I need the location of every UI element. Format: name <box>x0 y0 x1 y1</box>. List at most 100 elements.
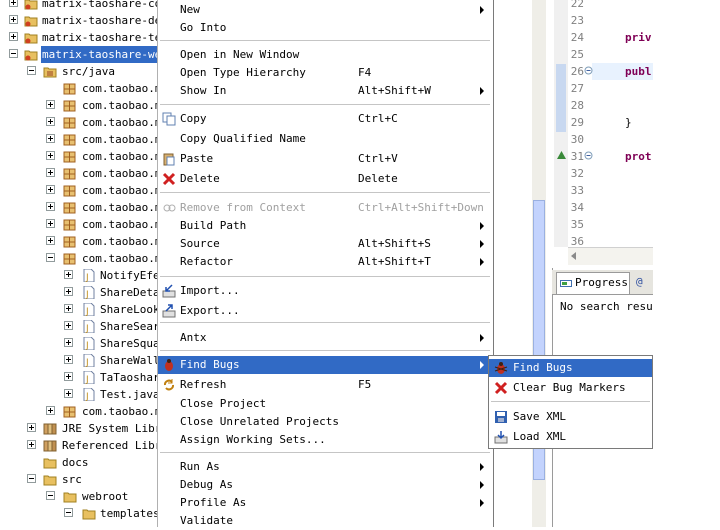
menu-item-export[interactable]: Export... <box>158 302 492 320</box>
menu-item-close-unrelated-projects[interactable]: Close Unrelated Projects <box>158 413 492 431</box>
menu-item-debug-as[interactable]: Debug As <box>158 476 492 494</box>
expand-toggle[interactable] <box>46 185 55 194</box>
tree-item-package[interactable]: com.taobao.ma <box>0 131 158 148</box>
tree-item-package[interactable]: com.taobao.ma <box>0 80 158 97</box>
menu-item-find-bugs[interactable]: Find Bugs <box>158 356 492 374</box>
menu-item-open-in-new-window[interactable]: Open in New Window <box>158 46 492 64</box>
tree-item-class[interactable]: J ShareWall <box>0 352 158 369</box>
expand-toggle[interactable] <box>46 219 55 228</box>
tree-item-project-dep[interactable]: matrix-taoshare-dep <box>0 12 158 29</box>
expand-toggle[interactable] <box>9 15 18 24</box>
expand-toggle[interactable] <box>64 389 73 398</box>
tree-item-package[interactable]: com.taobao.ma <box>0 182 158 199</box>
tree-item-project-com[interactable]: matrix-taoshare-com <box>0 0 158 12</box>
tree-item-package[interactable]: com.taobao.ma <box>0 199 158 216</box>
menu-separator <box>160 276 490 278</box>
tree-item-package-expanded[interactable]: com.taobao.ma <box>0 250 158 267</box>
expand-toggle[interactable] <box>64 372 73 381</box>
menu-item-open-type-hierarchy[interactable]: Open Type Hierarchy F4 <box>158 64 492 82</box>
collapse-toggle[interactable] <box>64 508 73 517</box>
expand-toggle[interactable] <box>46 202 55 211</box>
expand-toggle[interactable] <box>27 423 36 432</box>
menu-item-import[interactable]: Import... <box>158 282 492 300</box>
expand-toggle[interactable] <box>9 0 18 7</box>
expand-toggle[interactable] <box>46 151 55 160</box>
menu-item-paste[interactable]: Paste Ctrl+V <box>158 150 492 168</box>
expand-toggle[interactable] <box>46 406 55 415</box>
tree-item-class[interactable]: J NotifyEfe <box>0 267 158 284</box>
fold-collapse-icon[interactable] <box>584 66 593 75</box>
tree-item-label: ShareWall <box>100 354 158 367</box>
collapse-toggle[interactable] <box>46 491 55 500</box>
scroll-left-icon[interactable] <box>571 252 577 260</box>
menu-item-delete[interactable]: Delete Delete <box>158 170 492 188</box>
tree-item-package[interactable]: com.taobao.ma <box>0 216 158 233</box>
line-number: 35 <box>570 218 584 231</box>
expand-toggle[interactable] <box>64 321 73 330</box>
menu-item-build-path[interactable]: Build Path <box>158 217 492 235</box>
menu-item-validate[interactable]: Validate <box>158 512 492 530</box>
expand-toggle[interactable] <box>64 287 73 296</box>
tree-item-src-folder[interactable]: src <box>0 471 158 488</box>
tree-item-class[interactable]: J ShareLook <box>0 301 158 318</box>
tree-item-webroot-folder[interactable]: webroot <box>0 488 158 505</box>
collapse-toggle[interactable] <box>46 253 55 262</box>
tree-item-project-tes[interactable]: matrix-taoshare-tes <box>0 29 158 46</box>
expand-toggle[interactable] <box>46 100 55 109</box>
tree-item-package[interactable]: com.taobao.ma <box>0 233 158 250</box>
tree-item-project-web[interactable]: matrix-taoshare-web <box>0 46 158 63</box>
submenu-item-save-xml[interactable]: Save XML <box>489 408 652 426</box>
menu-item-refactor[interactable]: Refactor Alt+Shift+T <box>158 253 492 271</box>
tree-item-referenced-libraries[interactable]: Referenced Libra <box>0 437 158 454</box>
tree-item-class[interactable]: J ShareSear <box>0 318 158 335</box>
collapse-toggle[interactable] <box>9 49 18 58</box>
tree-item-class[interactable]: J ShareDeta <box>0 284 158 301</box>
collapse-toggle[interactable] <box>27 66 36 75</box>
expand-toggle[interactable] <box>64 304 73 313</box>
fold-collapse-icon[interactable] <box>584 151 593 160</box>
tree-item-package[interactable]: com.taobao.ma <box>0 403 158 420</box>
tree-item-class[interactable]: J ShareSqua <box>0 335 158 352</box>
tree-item-class[interactable]: J Test.java <box>0 386 158 403</box>
tab-progress[interactable]: Progress <box>556 272 630 294</box>
tree-item-package[interactable]: com.taobao.ma <box>0 114 158 131</box>
tree-item-package[interactable]: com.taobao.ma <box>0 97 158 114</box>
menu-item-refresh[interactable]: Refresh F5 <box>158 376 492 394</box>
expand-toggle[interactable] <box>9 32 18 41</box>
menu-item-new[interactable]: New <box>158 1 492 19</box>
expand-toggle[interactable] <box>64 355 73 364</box>
tree-item-jre-library[interactable]: JRE System Libra <box>0 420 158 437</box>
menu-item-source[interactable]: Source Alt+Shift+S <box>158 235 492 253</box>
menu-item-close-project[interactable]: Close Project <box>158 395 492 413</box>
submenu-item-clear-bug-markers[interactable]: Clear Bug Markers <box>489 379 652 397</box>
expand-toggle[interactable] <box>46 168 55 177</box>
expand-toggle[interactable] <box>64 338 73 347</box>
expand-toggle[interactable] <box>64 270 73 279</box>
menu-item-go-into[interactable]: Go Into <box>158 19 492 37</box>
tree-item-label: TaTaoshar <box>100 371 158 384</box>
collapse-toggle[interactable] <box>27 474 36 483</box>
tab-other[interactable]: @ <box>634 272 655 294</box>
menu-item-show-in[interactable]: Show In Alt+Shift+W <box>158 82 492 100</box>
tree-item-templates-folder[interactable]: templates <box>0 505 158 522</box>
tree-item-package[interactable]: com.taobao.ma <box>0 165 158 182</box>
submenu-arrow-icon <box>480 6 484 14</box>
expand-toggle[interactable] <box>46 134 55 143</box>
submenu-item-load-xml[interactable]: Load XML <box>489 428 652 446</box>
menu-item-run-as[interactable]: Run As <box>158 458 492 476</box>
tree-item-package[interactable]: com.taobao.ma <box>0 148 158 165</box>
expand-toggle[interactable] <box>46 117 55 126</box>
menu-item-profile-as[interactable]: Profile As <box>158 494 492 512</box>
editor-horizontal-scrollbar[interactable] <box>568 247 653 265</box>
expand-toggle[interactable] <box>27 440 36 449</box>
tree-item-docs-folder[interactable]: docs <box>0 454 158 471</box>
expand-toggle[interactable] <box>46 236 55 245</box>
menu-item-copy[interactable]: Copy Ctrl+C <box>158 110 492 128</box>
submenu-item-find-bugs[interactable]: Find Bugs <box>489 359 652 377</box>
tree-item-class[interactable]: J TaTaoshar <box>0 369 158 386</box>
menu-item-assign-working-sets[interactable]: Assign Working Sets... <box>158 431 492 449</box>
tree-item-src-java[interactable]: src/java <box>0 63 158 80</box>
project-folder-icon <box>24 16 38 27</box>
menu-item-copy-qualified-name[interactable]: Copy Qualified Name <box>158 130 492 148</box>
menu-item-antx[interactable]: Antx <box>158 329 492 347</box>
